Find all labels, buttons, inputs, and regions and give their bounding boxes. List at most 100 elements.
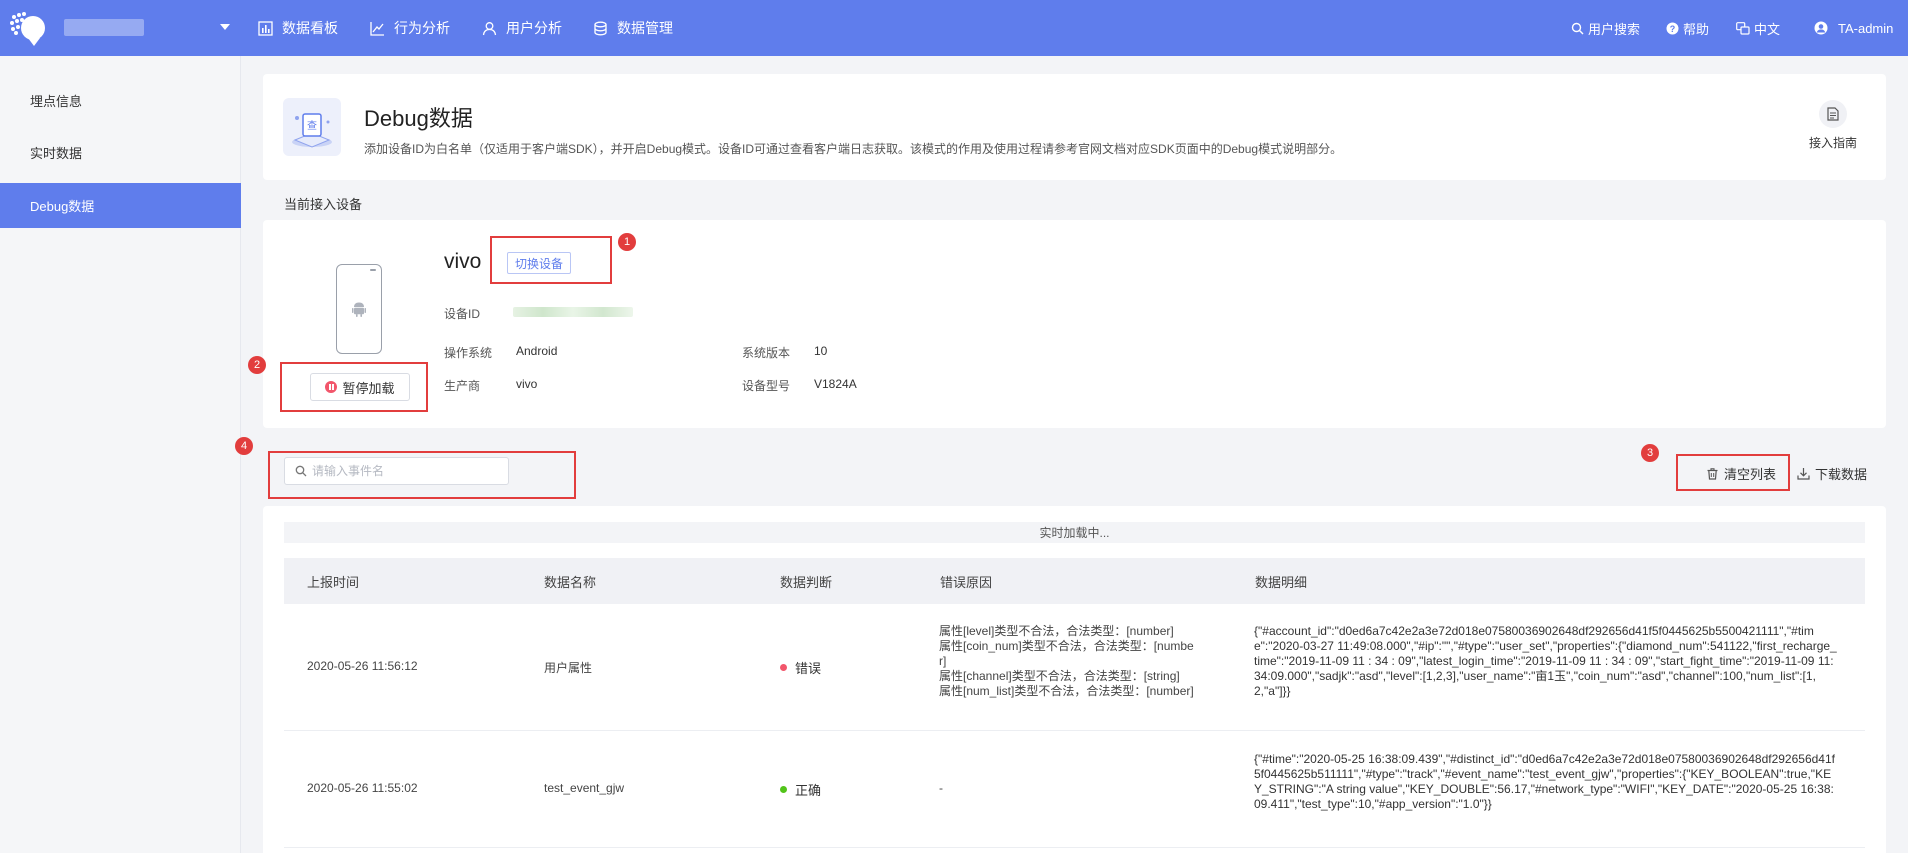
account-name: TA-admin — [1838, 20, 1894, 36]
access-guide-button[interactable]: 接入指南 — [1803, 100, 1863, 151]
nav-user-analysis[interactable]: 用户分析 — [482, 0, 562, 56]
status-text: 错误 — [795, 661, 822, 676]
document-icon — [1819, 100, 1847, 128]
status-ok-dot-icon — [780, 786, 787, 793]
column-header-error-reason: 错误原因 — [940, 574, 993, 590]
debug-data-table-card: 实时加载中... 上报时间 数据名称 数据判断 错误原因 数据明细 2020-0… — [263, 506, 1886, 853]
user-search-label: 用户搜索 — [1588, 21, 1641, 37]
realtime-loading-indicator: 实时加载中... — [284, 522, 1865, 543]
user-icon — [482, 21, 497, 35]
status-badge: 错误 — [780, 658, 821, 677]
project-name-blurred[interactable] — [64, 19, 144, 36]
os-label: 操作系统 — [444, 346, 493, 360]
column-header-data-judgement: 数据判断 — [780, 574, 833, 590]
report-time: 2020-05-26 11:55:02 — [307, 781, 418, 795]
annotation-box-switch-device — [490, 236, 612, 284]
error-line: 属性[level]类型不合法，合法类型：[number] — [939, 624, 1174, 638]
status-error-dot-icon — [780, 664, 787, 671]
nav-data-management[interactable]: 数据管理 — [593, 0, 673, 56]
nav-behavior-analysis[interactable]: 行为分析 — [370, 0, 450, 56]
sidebar-item-tracking-info[interactable]: 埋点信息 — [0, 78, 241, 123]
nav-label: 行为分析 — [394, 20, 450, 36]
phone-illustration-icon — [336, 264, 382, 354]
device-id-value-blurred — [513, 307, 633, 317]
sidebar: 埋点信息 实时数据 Debug数据 — [0, 56, 241, 853]
report-time: 2020-05-26 11:56:12 — [307, 659, 418, 673]
sidebar-item-label: 埋点信息 — [30, 94, 83, 109]
column-header-data-name: 数据名称 — [544, 574, 597, 590]
table-row[interactable]: 2020-05-26 11:55:02 test_event_gjw 正确 - … — [284, 732, 1865, 848]
data-name: test_event_gjw — [544, 781, 625, 795]
account-avatar-icon — [1814, 21, 1828, 35]
sidebar-item-realtime-data[interactable]: 实时数据 — [0, 130, 241, 175]
error-line: 属性[coin_num]类型不合法，合法类型：[numbe — [939, 639, 1194, 653]
bar-chart-icon — [258, 20, 273, 36]
data-name: 用户属性 — [544, 661, 593, 675]
error-line: 属性[num_list]类型不合法，合法类型：[number] — [939, 684, 1194, 698]
annotation-box-clear-list — [1676, 454, 1790, 491]
device-model-value: V1824A — [814, 377, 857, 391]
device-model-label: 设备型号 — [742, 379, 791, 393]
table-header: 上报时间 数据名称 数据判断 错误原因 数据明细 — [284, 558, 1865, 604]
page-header-card: 查 Debug数据 添加设备ID为白名单（仅适用于客户端SDK），并开启Debu… — [263, 74, 1886, 180]
os-value: Android — [516, 344, 558, 358]
page-description: 添加设备ID为白名单（仅适用于客户端SDK），并开启Debug模式。设备ID可通… — [364, 142, 1343, 156]
page-title: Debug数据 — [364, 106, 473, 131]
data-detail-json: {"#time":"2020-05-25 16:38:09.439","#dis… — [1254, 752, 1835, 811]
error-line: 属性[channel]类型不合法，合法类型：[string] — [939, 669, 1180, 683]
system-version-label: 系统版本 — [742, 346, 791, 360]
language-icon — [1736, 21, 1750, 35]
phone-speaker — [370, 269, 376, 271]
sidebar-item-debug-data[interactable]: Debug数据 — [0, 183, 241, 228]
help-link[interactable]: ? 帮助 — [1666, 0, 1709, 56]
annotation-number: 1 — [618, 233, 636, 251]
debug-illustration-icon: 查 — [283, 98, 341, 156]
table-row[interactable]: 2020-05-26 11:56:12 用户属性 错误 属性[level]类型不… — [284, 604, 1865, 731]
error-reason: - — [939, 781, 1229, 796]
data-detail-json: {"#account_id":"d0ed6a7c42e2a3e72d018e07… — [1254, 624, 1837, 698]
brand-logo-icon[interactable] — [8, 8, 48, 48]
manufacturer-value: vivo — [516, 377, 538, 391]
manufacturer-label: 生产商 — [444, 379, 481, 393]
access-guide-label: 接入指南 — [1808, 136, 1857, 150]
language-switch[interactable]: 中文 — [1736, 0, 1780, 56]
database-icon — [594, 21, 607, 35]
current-device-label: 当前接入设备 — [284, 197, 363, 212]
download-icon — [1797, 468, 1810, 480]
error-line: - — [939, 781, 943, 795]
annotation-number: 4 — [235, 437, 253, 455]
system-version-value: 10 — [814, 344, 828, 358]
annotation-box-pause-loading — [280, 362, 428, 412]
nav-label: 数据看板 — [282, 20, 338, 36]
help-icon: ? — [1666, 22, 1679, 34]
account-menu[interactable]: TA-admin — [1814, 0, 1893, 56]
nav-dashboard[interactable]: 数据看板 — [258, 0, 338, 56]
user-search-link[interactable]: 用户搜索 — [1571, 0, 1640, 56]
download-data-button[interactable]: 下载数据 — [1797, 464, 1867, 483]
svg-text:?: ? — [1670, 23, 1676, 33]
annotation-box-event-search — [268, 451, 576, 499]
annotation-number: 2 — [248, 356, 266, 374]
search-icon — [1571, 22, 1584, 34]
svg-text:查: 查 — [307, 119, 317, 132]
column-header-report-time: 上报时间 — [307, 574, 360, 590]
status-text: 正确 — [795, 783, 822, 798]
device-name: vivo — [444, 250, 482, 273]
column-header-data-detail: 数据明细 — [1255, 574, 1308, 590]
device-id-label: 设备ID — [444, 307, 481, 321]
language-label: 中文 — [1754, 21, 1781, 37]
sidebar-item-label: Debug数据 — [30, 199, 95, 214]
status-badge: 正确 — [780, 780, 821, 799]
nav-label: 数据管理 — [617, 20, 673, 36]
download-data-label: 下载数据 — [1815, 467, 1868, 482]
nav-label: 用户分析 — [506, 20, 562, 36]
error-line: r] — [939, 654, 947, 668]
trend-line-icon — [370, 21, 384, 36]
project-dropdown-caret-icon[interactable] — [220, 24, 230, 30]
android-icon — [352, 302, 366, 317]
top-navigation-bar: 数据看板 行为分析 用户分析 数据管理 用户搜索 ? 帮助 中文 TA-admi… — [0, 0, 1908, 56]
annotation-number: 3 — [1641, 444, 1659, 462]
sidebar-item-label: 实时数据 — [30, 146, 83, 161]
help-label: 帮助 — [1683, 21, 1710, 37]
error-reason: 属性[level]类型不合法，合法类型：[number] 属性[coin_num… — [939, 624, 1229, 699]
